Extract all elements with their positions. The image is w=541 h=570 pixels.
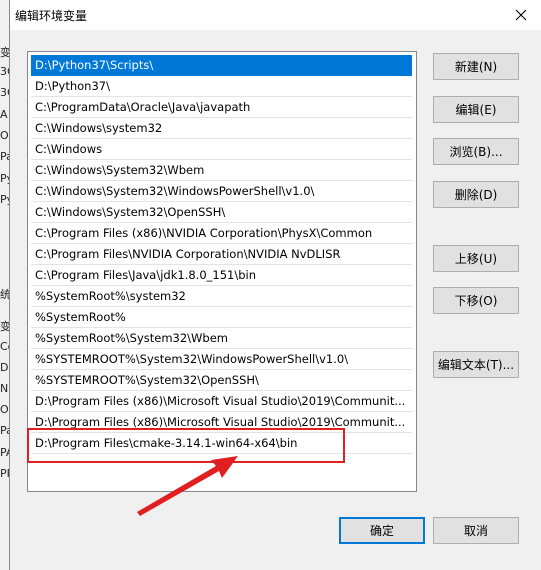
title-bar[interactable]: 编辑环境变量	[10, 0, 541, 30]
path-list-item[interactable]: C:\Program Files (x86)\NVIDIA Corporatio…	[31, 223, 412, 244]
path-list-item[interactable]: D:\Program Files (x86)\Microsoft Visual …	[31, 391, 412, 412]
path-list-item[interactable]: D:\Python37\	[31, 76, 412, 97]
path-list-item[interactable]: C:\Program Files\NVIDIA Corporation\NVID…	[31, 244, 412, 265]
path-list-item[interactable]: C:\Windows\System32\Wbem	[31, 160, 412, 181]
close-icon	[515, 9, 527, 21]
background-text: N	[0, 382, 9, 395]
background-text: O	[0, 403, 9, 416]
path-list-item[interactable]: C:\Program Files\Java\jdk1.8.0_151\bin	[31, 265, 412, 286]
dialog-body: D:\Python37\Scripts\ D:\Python37\ C:\Pro…	[10, 30, 541, 570]
move-up-button[interactable]: 上移(U)	[433, 245, 519, 272]
delete-button[interactable]: 删除(D)	[433, 181, 519, 208]
edit-text-button[interactable]: 编辑文本(T)...	[433, 351, 519, 378]
ok-button[interactable]: 确定	[339, 517, 425, 544]
path-list-item[interactable]: %SystemRoot%\System32\Wbem	[31, 328, 412, 349]
path-list-item[interactable]: C:\Windows\System32\WindowsPowerShell\v1…	[31, 181, 412, 202]
edit-environment-variable-dialog: 编辑环境变量 D:\Python37\Scripts\ D:\Python37\…	[9, 0, 541, 570]
cancel-button[interactable]: 取消	[433, 517, 519, 544]
path-list[interactable]: D:\Python37\Scripts\ D:\Python37\ C:\Pro…	[27, 51, 417, 492]
path-list-item[interactable]: D:\Program Files (x86)\Microsoft Visual …	[31, 412, 412, 433]
path-list-item[interactable]: %SystemRoot%	[31, 307, 412, 328]
browse-button[interactable]: 浏览(B)...	[433, 138, 519, 165]
background-text: A	[0, 108, 8, 121]
path-list-item[interactable]: %SYSTEMROOT%\System32\OpenSSH\	[31, 370, 412, 391]
background-text: O	[0, 129, 9, 142]
new-button[interactable]: 新建(N)	[433, 53, 519, 80]
path-list-item[interactable]: %SYSTEMROOT%\System32\WindowsPowerShell\…	[31, 349, 412, 370]
path-list-item[interactable]: C:\Windows\System32\OpenSSH\	[31, 202, 412, 223]
path-list-item[interactable]: C:\Windows	[31, 139, 412, 160]
path-list-item[interactable]: C:\Windows\system32	[31, 118, 412, 139]
dialog-title: 编辑环境变量	[15, 9, 88, 23]
close-button[interactable]	[507, 2, 535, 28]
background-text: D	[0, 361, 9, 374]
path-list-item[interactable]: D:\Program Files\cmake-3.14.1-win64-x64\…	[31, 433, 412, 454]
edit-button[interactable]: 编辑(E)	[433, 96, 519, 123]
path-list-item[interactable]: D:\Python37\Scripts\	[31, 55, 412, 76]
path-list-item[interactable]: %SystemRoot%\system32	[31, 286, 412, 307]
path-list-item[interactable]: C:\ProgramData\Oracle\Java\javapath	[31, 97, 412, 118]
move-down-button[interactable]: 下移(O)	[433, 287, 519, 314]
